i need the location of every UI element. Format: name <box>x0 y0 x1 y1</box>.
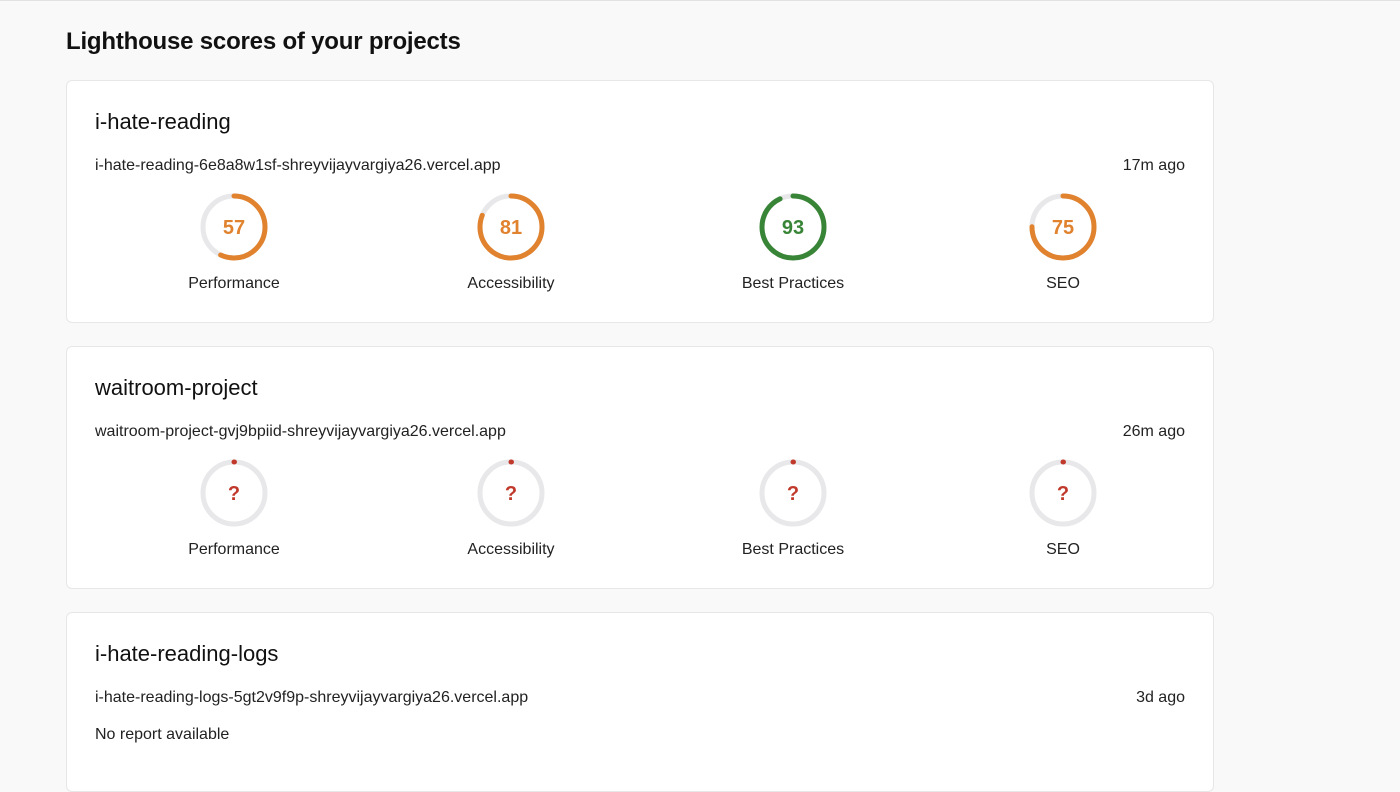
score-value: 75 <box>1052 217 1074 239</box>
score-ring: ? <box>1029 459 1097 527</box>
score-gauge-accessibility[interactable]: ? Accessibility <box>426 458 596 559</box>
score-label: Performance <box>188 275 280 292</box>
score-gauge-best-practices[interactable]: ? Best Practices <box>708 458 878 559</box>
score-label: SEO <box>1046 275 1080 292</box>
deployment-url[interactable]: i-hate-reading-6e8a8w1sf-shreyvijayvargi… <box>95 157 501 175</box>
project-card-waitroom-project[interactable]: waitroom-project waitroom-project-gvj9bp… <box>66 346 1214 589</box>
score-value: ? <box>505 483 517 505</box>
deployment-url[interactable]: i-hate-reading-logs-5gt2v9f9p-shreyvijay… <box>95 689 528 707</box>
project-card-i-hate-reading-logs[interactable]: i-hate-reading-logs i-hate-reading-logs-… <box>66 612 1214 792</box>
score-value: 93 <box>782 217 804 239</box>
score-value: 81 <box>500 217 522 239</box>
score-ring: 75 <box>1029 193 1097 261</box>
score-value: ? <box>1057 483 1069 505</box>
score-ring: ? <box>477 459 545 527</box>
score-ring: ? <box>759 459 827 527</box>
score-label: Best Practices <box>741 541 845 558</box>
score-ring: 93 <box>759 193 827 261</box>
deployment-time: 26m ago <box>1122 423 1185 440</box>
score-label: Accessibility <box>467 275 555 292</box>
top-divider <box>0 0 1400 1</box>
score-gauge-seo[interactable]: 75 SEO <box>978 192 1148 293</box>
score-value: ? <box>787 483 799 505</box>
no-report-message: No report available <box>95 726 230 743</box>
project-card-i-hate-reading[interactable]: i-hate-reading i-hate-reading-6e8a8w1sf-… <box>66 80 1214 323</box>
project-name: i-hate-reading <box>95 109 231 134</box>
score-gauge-seo[interactable]: ? SEO <box>978 458 1148 559</box>
score-label: Accessibility <box>467 541 555 558</box>
score-value: ? <box>228 483 240 505</box>
score-label: SEO <box>1046 541 1080 558</box>
score-label: Performance <box>188 541 280 558</box>
score-gauge-performance[interactable]: ? Performance <box>149 458 319 559</box>
project-name: waitroom-project <box>95 375 258 400</box>
deployment-url[interactable]: waitroom-project-gvj9bpiid-shreyvijayvar… <box>95 423 506 441</box>
deployment-time: 3d ago <box>1136 689 1185 706</box>
score-ring: 57 <box>200 193 268 261</box>
page-title: Lighthouse scores of your projects <box>66 28 461 55</box>
deployment-time: 17m ago <box>1122 157 1185 174</box>
project-name: i-hate-reading-logs <box>95 641 279 666</box>
score-gauge-accessibility[interactable]: 81 Accessibility <box>426 192 596 293</box>
score-ring: ? <box>200 459 268 527</box>
score-gauge-best-practices[interactable]: 93 Best Practices <box>708 192 878 293</box>
score-label: Best Practices <box>741 275 845 292</box>
score-ring: 81 <box>477 193 545 261</box>
score-value: 57 <box>223 217 245 239</box>
score-gauge-performance[interactable]: 57 Performance <box>149 192 319 293</box>
